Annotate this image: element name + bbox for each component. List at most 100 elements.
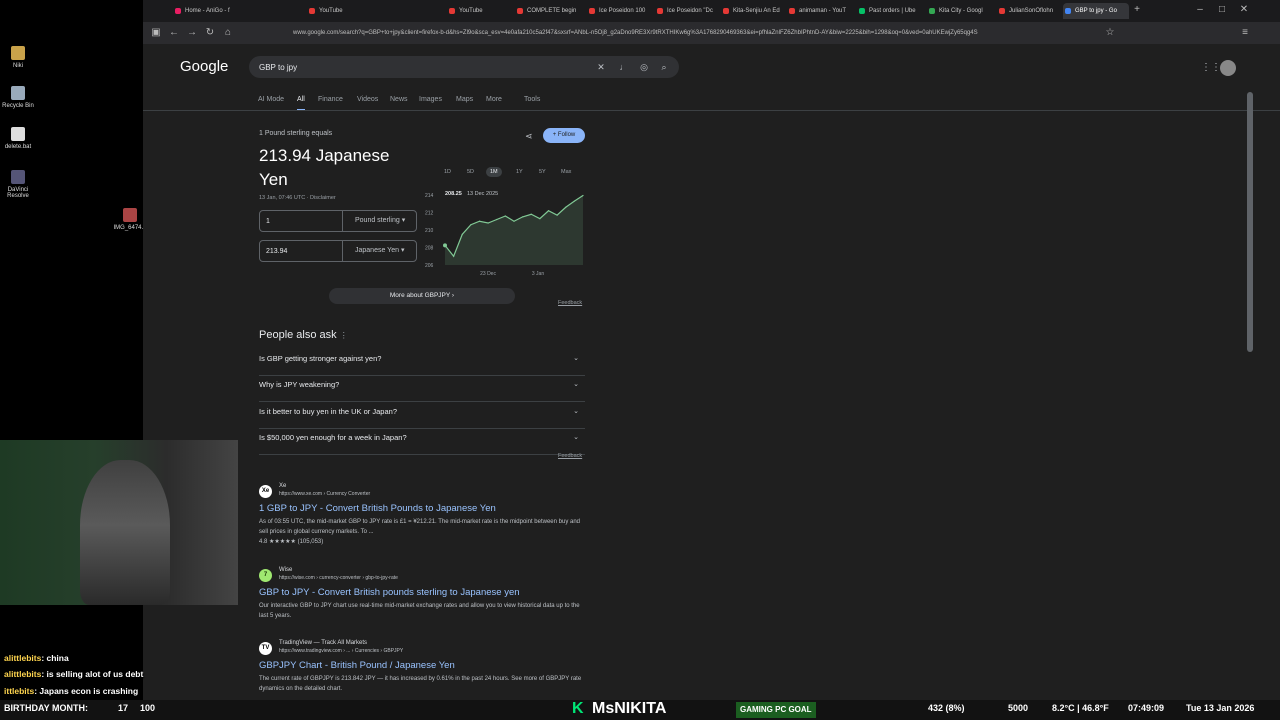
tab-images[interactable]: Images (419, 96, 442, 103)
paa-question[interactable]: Is $50,000 yen enough for a week in Japa… (259, 429, 585, 455)
microphone-icon[interactable]: ♩ (618, 61, 630, 73)
tab-more[interactable]: More (486, 96, 502, 103)
chat-message: alittlebits: china (4, 653, 69, 663)
to-currency-select[interactable]: Japanese Yen ▾ (342, 241, 417, 261)
result-cite[interactable]: https://wise.com › currency-converter › … (279, 575, 398, 581)
result-snippet: As of 03:55 UTC, the mid-market GBP to J… (259, 517, 589, 547)
more-about-label: More about GBPJPY (389, 292, 451, 299)
follow-button[interactable]: + Follow (543, 128, 585, 143)
result-title-link[interactable]: 1 GBP to JPY - Convert British Pounds to… (259, 503, 496, 514)
menu-icon[interactable]: ≡ (1238, 26, 1252, 40)
apps-grid-icon[interactable]: ⋮⋮ (1201, 62, 1221, 73)
chevron-down-icon: ⌄ (573, 355, 579, 362)
paa-question[interactable]: Why is JPY weakening? ⌄ (259, 376, 585, 402)
search-input[interactable] (259, 60, 579, 74)
clear-icon[interactable]: ✕ (595, 61, 607, 73)
result-title-link[interactable]: GBPJPY Chart - British Pound / Japanese … (259, 660, 455, 671)
tab[interactable]: COMPLETE begin (515, 3, 583, 19)
result-title-link[interactable]: GBP to JPY - Convert British pounds ster… (259, 587, 520, 598)
range-1m[interactable]: 1M (486, 167, 502, 177)
range-1y[interactable]: 1Y (512, 167, 527, 177)
tab-label: Kita-Senjiu An Ed (733, 8, 780, 14)
tab-news[interactable]: News (390, 96, 408, 103)
from-amount-input[interactable] (266, 216, 326, 227)
y-tick-label: 214 (425, 193, 434, 199)
back-button[interactable]: ← (167, 26, 181, 40)
x-tick-label: 3 Jan (532, 271, 544, 277)
xe-icon: Xe (259, 485, 272, 498)
range-5d[interactable]: 5D (463, 167, 478, 177)
tab-ai-mode[interactable]: AI Mode (258, 96, 284, 103)
google-icon (1065, 8, 1071, 14)
desktop-icon-label: Niki (13, 63, 23, 69)
tab[interactable]: Ice Poseidon 100 (587, 3, 653, 19)
tab-label: Ice Poseidon "Dc (667, 8, 713, 14)
feedback-link[interactable]: Feedback (558, 300, 582, 306)
youtube-icon (309, 8, 315, 14)
search-box[interactable]: ✕ ♩ ◎ ⌕ (249, 56, 679, 78)
share-icon[interactable]: ⋖ (525, 131, 533, 142)
tab[interactable]: YouTube (447, 3, 515, 19)
tab-label: YouTube (459, 8, 483, 14)
avatar[interactable] (1220, 60, 1236, 76)
youtube-icon (789, 8, 795, 14)
tab-active[interactable]: GBP to jpy - Go (1063, 3, 1129, 19)
more-about-button[interactable]: More about GBPJPY › (329, 288, 515, 304)
maximize-button[interactable]: □ (1215, 3, 1229, 17)
range-5y[interactable]: 5Y (535, 167, 550, 177)
tab[interactable]: Kita-Senjiu An Ed (721, 3, 785, 19)
forward-button[interactable]: → (185, 26, 199, 40)
divider (143, 110, 1280, 111)
desktop-icon-label: delete.bat (4, 144, 32, 150)
tab-videos[interactable]: Videos (357, 96, 378, 103)
youtube-icon (517, 8, 523, 14)
address-field[interactable]: www.google.com/search?q=GBP+to+jpy&clien… (293, 26, 1083, 40)
sidebar-icon[interactable]: ▣ (149, 26, 163, 40)
reload-button[interactable]: ↻ (203, 26, 217, 40)
desktop-icon-recycle-bin[interactable]: Recycle Bin (0, 86, 36, 109)
result-cite[interactable]: https://www.xe.com › Currency Converter (279, 491, 370, 497)
close-window-button[interactable]: ✕ (1237, 3, 1251, 17)
tab-tools[interactable]: Tools (524, 96, 540, 103)
result-rating: 4.8 ★★★★★ (105,053) (259, 539, 324, 545)
new-tab-button[interactable]: + (1130, 3, 1144, 17)
desktop-icon-delete-bat[interactable]: delete.bat (0, 127, 36, 150)
tab-label: Home - AniGo - f (185, 8, 230, 14)
tab[interactable]: Kita City - Googl (927, 3, 993, 19)
paa-question[interactable]: Is GBP getting stronger against yen? ⌄ (259, 350, 585, 376)
data-point (565, 206, 567, 208)
lens-icon[interactable]: ◎ (638, 61, 650, 73)
chevron-right-icon: › (451, 292, 455, 299)
tab[interactable]: Ice Poseidon "Dc (655, 3, 719, 19)
tab[interactable]: Home - AniGo - f (173, 3, 231, 19)
tab-finance[interactable]: Finance (318, 96, 343, 103)
tab[interactable]: animaman - YouT (787, 3, 851, 19)
range-max[interactable]: Max (557, 167, 575, 177)
tab[interactable]: Past orders | Ube (857, 3, 923, 19)
exchange-rate-chart[interactable]: 206 208 210 212 214 208.25 13 Dec 2025 23 Dec 3 … (425, 187, 585, 277)
paa-feedback-link[interactable]: Feedback (558, 453, 582, 459)
to-amount-input[interactable] (266, 246, 326, 257)
tab-all[interactable]: All (297, 96, 305, 111)
range-1d[interactable]: 1D (440, 167, 455, 177)
scrollbar[interactable] (1247, 92, 1253, 352)
google-results-page: Google ✕ ♩ ◎ ⌕ ⋮⋮ AI Mode All Finance Vi… (143, 44, 1280, 700)
chat-message: alittlebits: is selling alot of us debt (4, 669, 143, 679)
desktop-icon-niki[interactable]: Niki (0, 46, 36, 69)
tab[interactable]: JulianSonOflohn (997, 3, 1061, 19)
tab-maps[interactable]: Maps (456, 96, 473, 103)
from-currency-select[interactable]: Pound sterling ▾ (342, 211, 417, 231)
bookmark-star-icon[interactable]: ☆ (1103, 26, 1117, 40)
desktop-icon-label: Recycle Bin (2, 103, 34, 109)
search-icon[interactable]: ⌕ (658, 61, 670, 73)
minimize-button[interactable]: – (1193, 3, 1207, 17)
tab[interactable]: YouTube (307, 3, 375, 19)
data-point (556, 214, 558, 216)
paa-question-text: Is $50,000 yen enough for a week in Japa… (259, 433, 407, 442)
paa-question[interactable]: Is it better to buy yen in the UK or Jap… (259, 403, 585, 429)
result-cite[interactable]: https://www.tradingview.com › ... › Curr… (279, 648, 403, 654)
home-button[interactable]: ⌂ (221, 26, 235, 40)
google-logo[interactable]: Google (180, 58, 228, 75)
more-options-icon[interactable]: ⋮ (340, 331, 348, 340)
desktop-icon-davinci[interactable]: DaVinci Resolve (0, 170, 36, 199)
